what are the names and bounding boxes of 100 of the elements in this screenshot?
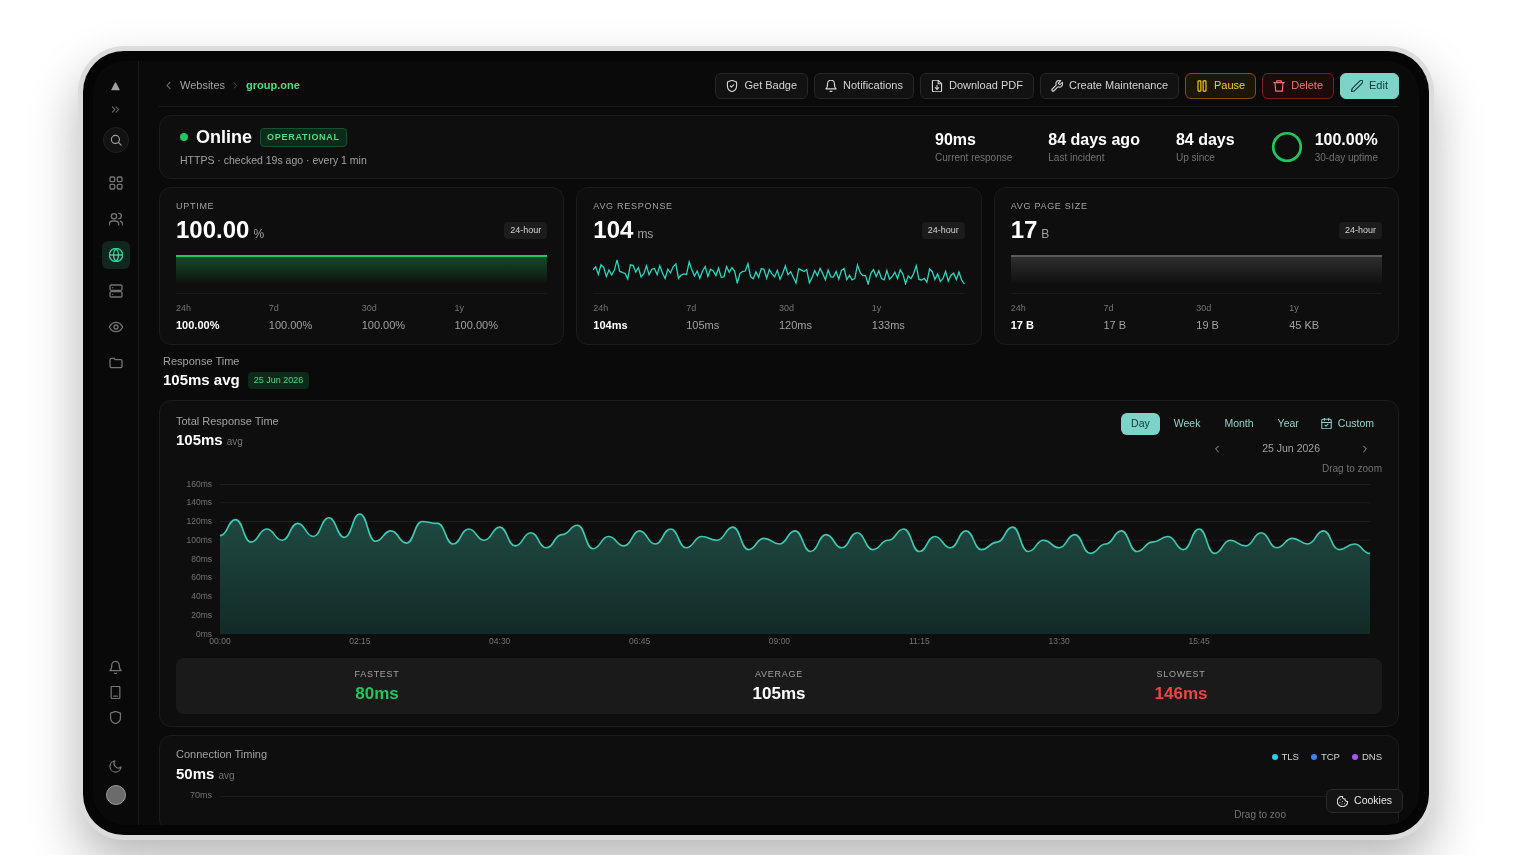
cookie-icon [1337,795,1349,807]
calendar-icon [1320,418,1332,430]
legend-label: TCP [1320,750,1340,765]
bell-icon[interactable] [109,661,122,674]
metric-value: 104 [593,217,634,242]
axis-label: 20ms [191,610,212,619]
stat-value: 84 days ago [1048,129,1140,150]
folder-icon [108,356,123,370]
axis-label: 80ms [191,554,212,563]
users-icon [108,212,123,226]
axis-label: 120ms [186,516,212,526]
pencil-icon [1351,79,1364,92]
summary-label: SLOWEST [1156,667,1206,681]
pause-button[interactable]: Pause [1185,72,1257,99]
status-text: Online [196,126,252,149]
range-tab[interactable]: Month [1214,412,1264,435]
metric-title: AVG PAGE SIZE [1010,200,1088,214]
period-value: 19 B [1196,318,1219,334]
summary-value: 105ms [752,683,806,705]
period-label: 7d [686,301,697,315]
trash-icon [1273,79,1286,92]
axis-label: 04:30 [489,636,511,645]
ring-gauge-icon [1270,131,1303,164]
search-icon [109,134,122,146]
metric-value: 100.00 [176,217,250,242]
stat-label: Last incident [1048,150,1106,165]
delete-button[interactable]: Delete [1262,72,1335,99]
period-value: 100.00% [454,318,498,334]
axis-label: 02:15 [349,636,371,645]
logo-icon [110,81,121,92]
period-label: 30d [1196,301,1212,315]
period-value: 100.00% [361,318,406,334]
range-tab[interactable]: Day [1121,412,1160,435]
axis-label: 00:00 [209,636,231,645]
axis-label: 15:45 [1188,636,1210,645]
shield-icon[interactable] [109,711,122,724]
globe-icon [108,248,123,262]
period-label: 24h [593,301,609,315]
nav-item[interactable] [101,241,130,269]
notifications-button[interactable]: Notifications [814,72,914,99]
breadcrumb-link[interactable]: Websites [180,77,226,94]
range-tab[interactable]: Week [1163,412,1211,435]
summary-label: AVERAGE [755,667,803,681]
axis-label: 140ms [186,498,212,507]
avatar-icon[interactable] [105,785,126,805]
download-button[interactable]: Download PDF [920,72,1034,99]
stat-label: 30-day uptime [1314,150,1378,165]
moon-icon[interactable] [109,760,122,773]
custom-range-button[interactable]: Custom [1312,412,1382,435]
file-download-icon [931,79,943,92]
metric-title: UPTIME [176,200,215,214]
summary-value: 80ms [355,683,399,705]
stat-label: Current response [935,150,1013,165]
cookies-button[interactable]: Cookies [1326,789,1403,813]
period-label: 1y [871,301,882,315]
range-badge: 24-hour [1338,221,1382,239]
section-value: 105ms avg [163,370,240,391]
range-tab[interactable]: Year [1267,412,1309,435]
axis-label: 60ms [191,573,212,582]
back-icon[interactable] [163,80,174,91]
breadcrumb-link[interactable]: group.one [246,77,300,94]
status-badge: OPERATIONAL [260,127,347,147]
stat-value: 84 days [1175,129,1235,150]
hint-text: Drag to zoo [1234,807,1286,822]
period-label: 30d [779,301,794,315]
period-value: 100.00% [176,318,220,334]
axis-label: 13:30 [1048,636,1070,645]
grid-icon [108,176,123,190]
axis-label: 0ms [195,629,212,638]
axis-label: 09:00 [768,636,791,645]
range-badge: 24-hour [504,221,548,239]
period-value: 45 KB [1289,318,1320,334]
maintenance-button[interactable]: Create Maintenance [1039,72,1180,99]
metric-unit: B [1041,225,1050,243]
badge-button[interactable]: Get Badge [715,72,809,99]
period-label: 7d [268,301,279,315]
period-value: 17 B [1010,318,1034,334]
axis-label: 40ms [191,591,212,601]
bell-icon [825,79,838,92]
stat-value: 90ms [935,129,977,150]
server-icon [108,284,123,298]
axis-label: 06:45 [628,636,651,645]
chart-value: 50ms [176,763,215,784]
search-button[interactable] [102,127,129,153]
chart-plot[interactable] [220,483,1370,634]
period-label: 7d [1103,301,1114,315]
value-suffix: avg [226,435,243,450]
tablet-icon[interactable] [109,686,122,699]
period-value: 104ms [593,318,628,334]
edit-button[interactable]: Edit [1340,72,1399,99]
period-label: 24h [1010,301,1026,315]
metric-unit: ms [637,225,654,243]
section-title: Response Time [163,353,240,369]
chart-title: Connection Timing [176,747,268,763]
double-chevron-icon[interactable] [110,104,121,115]
chevron-right-icon[interactable] [1360,443,1370,454]
period-value: 100.00% [268,318,313,334]
stat-value: 100.00% [1314,129,1378,150]
period-value: 133ms [871,318,905,334]
period-value: 120ms [779,318,812,334]
